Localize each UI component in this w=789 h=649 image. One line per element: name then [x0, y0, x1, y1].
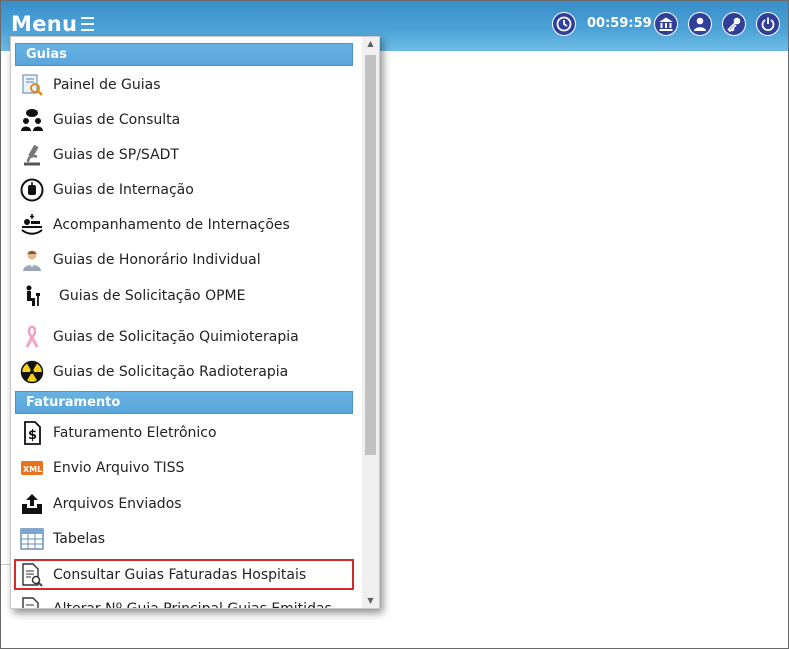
radiation-icon	[20, 360, 44, 384]
menu-item-label: Guias de Consulta	[53, 112, 181, 128]
menu-item-guias-de-internacao[interactable]: Guias de Internação	[15, 174, 351, 207]
clock-icon[interactable]	[552, 12, 576, 36]
xml-file-icon: XML	[20, 456, 44, 480]
menu-item-label: Guias de Solicitação Radioterapia	[53, 364, 289, 380]
scroll-down-arrow-icon[interactable]: ▼	[362, 594, 379, 608]
menu-item-label: Envio Arquivo TISS	[53, 460, 185, 476]
upload-tray-icon	[20, 492, 44, 516]
menu-item-acompanhamento-de-internacoes[interactable]: Acompanhamento de Internações	[15, 209, 351, 242]
menu-item-faturamento-eletronico[interactable]: $ Faturamento Eletrônico	[15, 417, 351, 450]
people-chat-icon	[20, 108, 44, 132]
menu-item-envio-arquivo-tiss[interactable]: XML Envio Arquivo TISS	[15, 452, 351, 485]
document-edit-icon	[20, 597, 44, 608]
menu-item-label: Tabelas	[53, 531, 106, 547]
menu-item-label: Painel de Guias	[53, 77, 161, 93]
key-icon[interactable]	[722, 12, 746, 36]
menu-item-label: Faturamento Eletrônico	[53, 425, 217, 441]
svg-text:$: $	[28, 428, 37, 443]
user-icon[interactable]	[688, 12, 712, 36]
section-header-faturamento: Faturamento	[15, 391, 353, 414]
menu-item-guias-de-consulta[interactable]: Guias de Consulta	[15, 104, 351, 137]
power-icon[interactable]	[756, 12, 780, 36]
menu-item-label: Acompanhamento de Internações	[53, 217, 290, 233]
menu-item-guias-de-solicitacao-quimioterapia[interactable]: Guias de Solicitação Quimioterapia	[15, 321, 351, 354]
menu-item-label: Arquivos Enviados	[53, 496, 182, 512]
panel-search-icon	[20, 73, 44, 97]
menu-item-guias-de-honorario-individual[interactable]: Guias de Honorário Individual	[15, 244, 351, 277]
menu-button-label[interactable]: Menu	[11, 12, 77, 36]
menu-item-label: Guias de Internação	[53, 182, 194, 198]
menu-item-label: Guias de Solicitação Quimioterapia	[53, 329, 299, 345]
xml-badge-text: XML	[23, 465, 42, 474]
hamburger-icon[interactable]	[81, 17, 94, 31]
doctor-icon	[20, 248, 44, 272]
session-timer: 00:59:59	[587, 16, 652, 31]
menu-item-painel-de-guias[interactable]: Painel de Guias	[15, 69, 351, 102]
section-header-guias: Guias	[15, 43, 353, 66]
menu-item-tabelas[interactable]: Tabelas	[15, 523, 351, 556]
scroll-thumb[interactable]	[365, 55, 376, 455]
menu-dropdown: Guias Painel de Guias Guias de Consulta …	[10, 36, 380, 609]
menu-item-guias-de-solicitacao-radioterapia[interactable]: Guias de Solicitação Radioterapia	[15, 356, 351, 389]
table-icon	[20, 527, 44, 551]
menu-item-label: Guias de SP/SADT	[53, 147, 179, 163]
microscope-icon	[20, 143, 44, 167]
menu-item-label: Alterar Nº Guia Principal Guias Emitidas	[53, 601, 332, 609]
bank-icon[interactable]	[654, 12, 678, 36]
menu-item-guias-de-solicitacao-opme[interactable]: Guias de Solicitação OPME	[15, 280, 351, 313]
menu-item-consultar-guias-faturadas-hospitais[interactable]: Consultar Guias Faturadas Hospitais	[15, 559, 351, 592]
menu-item-guias-de-sp-sadt[interactable]: Guias de SP/SADT	[15, 139, 351, 172]
person-seated-icon	[20, 284, 44, 308]
menu-item-label: Guias de Honorário Individual	[53, 252, 261, 268]
menu-item-arquivos-enviados[interactable]: Arquivos Enviados	[15, 488, 351, 521]
menu-scrollbar[interactable]: ▲ ▼	[362, 37, 379, 608]
menu-item-label: Consultar Guias Faturadas Hospitais	[53, 567, 307, 583]
patient-bed-icon	[20, 213, 44, 237]
scroll-up-arrow-icon[interactable]: ▲	[362, 37, 379, 51]
pink-ribbon-icon	[20, 325, 44, 349]
dollar-document-icon: $	[20, 421, 44, 445]
menu-item-label: Guias de Solicitação OPME	[59, 288, 246, 304]
document-search-icon	[20, 563, 44, 587]
menu-item-alterar-guia-principal[interactable]: Alterar Nº Guia Principal Guias Emitidas	[15, 593, 351, 609]
blood-bag-icon	[20, 178, 44, 202]
